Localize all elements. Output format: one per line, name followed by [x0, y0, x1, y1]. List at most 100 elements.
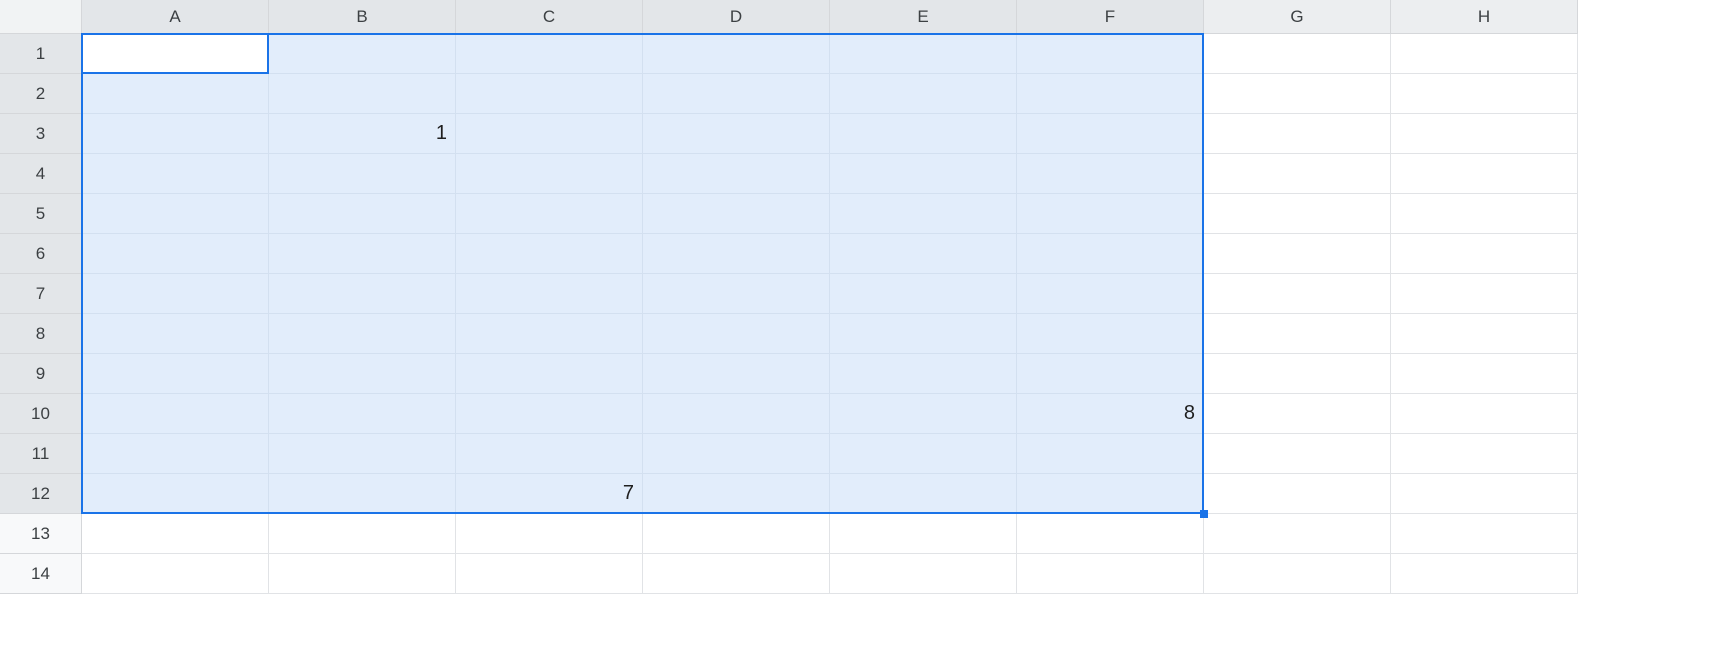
cell-E2[interactable]	[830, 74, 1017, 114]
cell-G8[interactable]	[1204, 314, 1391, 354]
cell-A4[interactable]	[82, 154, 269, 194]
cell-H5[interactable]	[1391, 194, 1578, 234]
cell-H9[interactable]	[1391, 354, 1578, 394]
row-header-7[interactable]: 7	[0, 274, 82, 314]
cell-B14[interactable]	[269, 554, 456, 594]
cell-E1[interactable]	[830, 34, 1017, 74]
cell-D11[interactable]	[643, 434, 830, 474]
cell-A12[interactable]	[82, 474, 269, 514]
cell-B2[interactable]	[269, 74, 456, 114]
row-header-14[interactable]: 14	[0, 554, 82, 594]
cell-F12[interactable]	[1017, 474, 1204, 514]
cell-F3[interactable]	[1017, 114, 1204, 154]
column-header-D[interactable]: D	[643, 0, 830, 34]
cell-C1[interactable]	[456, 34, 643, 74]
cell-H7[interactable]	[1391, 274, 1578, 314]
select-all-corner[interactable]	[0, 0, 82, 34]
cell-H11[interactable]	[1391, 434, 1578, 474]
row-header-3[interactable]: 3	[0, 114, 82, 154]
cell-A14[interactable]	[82, 554, 269, 594]
cell-E6[interactable]	[830, 234, 1017, 274]
cell-E5[interactable]	[830, 194, 1017, 234]
cell-B8[interactable]	[269, 314, 456, 354]
cell-H13[interactable]	[1391, 514, 1578, 554]
cell-G13[interactable]	[1204, 514, 1391, 554]
cell-C3[interactable]	[456, 114, 643, 154]
cell-D6[interactable]	[643, 234, 830, 274]
cell-E8[interactable]	[830, 314, 1017, 354]
cell-B12[interactable]	[269, 474, 456, 514]
cell-D4[interactable]	[643, 154, 830, 194]
cell-B11[interactable]	[269, 434, 456, 474]
cell-B9[interactable]	[269, 354, 456, 394]
column-header-B[interactable]: B	[269, 0, 456, 34]
cell-A10[interactable]	[82, 394, 269, 434]
cell-D8[interactable]	[643, 314, 830, 354]
cell-G6[interactable]	[1204, 234, 1391, 274]
cell-H1[interactable]	[1391, 34, 1578, 74]
cell-F11[interactable]	[1017, 434, 1204, 474]
cell-D9[interactable]	[643, 354, 830, 394]
cell-F1[interactable]	[1017, 34, 1204, 74]
cell-G1[interactable]	[1204, 34, 1391, 74]
cell-B6[interactable]	[269, 234, 456, 274]
cell-D13[interactable]	[643, 514, 830, 554]
row-header-8[interactable]: 8	[0, 314, 82, 354]
cell-C6[interactable]	[456, 234, 643, 274]
column-header-G[interactable]: G	[1204, 0, 1391, 34]
cell-H4[interactable]	[1391, 154, 1578, 194]
cell-F6[interactable]	[1017, 234, 1204, 274]
cell-G12[interactable]	[1204, 474, 1391, 514]
row-header-6[interactable]: 6	[0, 234, 82, 274]
cell-B4[interactable]	[269, 154, 456, 194]
cell-C13[interactable]	[456, 514, 643, 554]
cell-E3[interactable]	[830, 114, 1017, 154]
cell-B7[interactable]	[269, 274, 456, 314]
cell-E4[interactable]	[830, 154, 1017, 194]
row-header-9[interactable]: 9	[0, 354, 82, 394]
cell-D5[interactable]	[643, 194, 830, 234]
cell-H14[interactable]	[1391, 554, 1578, 594]
cell-G14[interactable]	[1204, 554, 1391, 594]
column-header-H[interactable]: H	[1391, 0, 1578, 34]
cell-C4[interactable]	[456, 154, 643, 194]
cell-A5[interactable]	[82, 194, 269, 234]
cell-C11[interactable]	[456, 434, 643, 474]
cell-F5[interactable]	[1017, 194, 1204, 234]
cell-A11[interactable]	[82, 434, 269, 474]
cell-D2[interactable]	[643, 74, 830, 114]
cell-D10[interactable]	[643, 394, 830, 434]
cell-D7[interactable]	[643, 274, 830, 314]
cell-C10[interactable]	[456, 394, 643, 434]
cell-A13[interactable]	[82, 514, 269, 554]
cell-F14[interactable]	[1017, 554, 1204, 594]
cell-F2[interactable]	[1017, 74, 1204, 114]
cell-D1[interactable]	[643, 34, 830, 74]
column-header-E[interactable]: E	[830, 0, 1017, 34]
row-header-4[interactable]: 4	[0, 154, 82, 194]
cell-G5[interactable]	[1204, 194, 1391, 234]
cell-G2[interactable]	[1204, 74, 1391, 114]
row-header-10[interactable]: 10	[0, 394, 82, 434]
cell-G11[interactable]	[1204, 434, 1391, 474]
row-header-1[interactable]: 1	[0, 34, 82, 74]
cell-B3[interactable]: 1	[269, 114, 456, 154]
cell-A8[interactable]	[82, 314, 269, 354]
cell-B5[interactable]	[269, 194, 456, 234]
cell-E12[interactable]	[830, 474, 1017, 514]
cell-E10[interactable]	[830, 394, 1017, 434]
cell-F13[interactable]	[1017, 514, 1204, 554]
cell-A1[interactable]	[82, 34, 269, 74]
row-header-5[interactable]: 5	[0, 194, 82, 234]
cell-H8[interactable]	[1391, 314, 1578, 354]
row-header-11[interactable]: 11	[0, 434, 82, 474]
cell-A2[interactable]	[82, 74, 269, 114]
cell-B10[interactable]	[269, 394, 456, 434]
cell-A6[interactable]	[82, 234, 269, 274]
cell-D3[interactable]	[643, 114, 830, 154]
cell-E9[interactable]	[830, 354, 1017, 394]
cell-G7[interactable]	[1204, 274, 1391, 314]
cell-B1[interactable]	[269, 34, 456, 74]
cell-F7[interactable]	[1017, 274, 1204, 314]
cell-C2[interactable]	[456, 74, 643, 114]
